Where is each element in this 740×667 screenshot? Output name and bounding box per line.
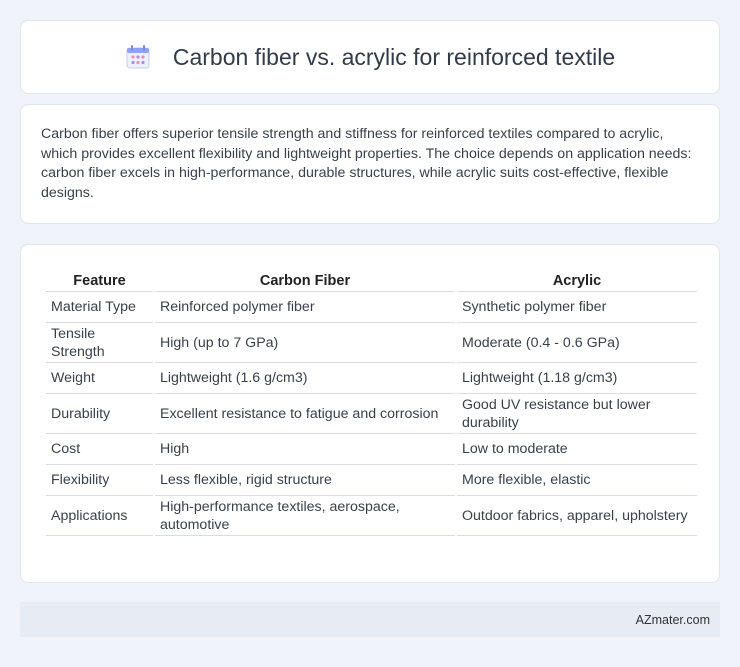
row-acrylic-value: Good UV resistance but lower durability xyxy=(457,394,697,434)
row-carbon-value: Less flexible, rigid structure xyxy=(155,465,455,496)
row-acrylic-value: Outdoor fabrics, apparel, upholstery xyxy=(457,496,697,536)
table-row: Flexibility Less flexible, rigid structu… xyxy=(46,465,697,496)
footer-brand: AZmater.com xyxy=(635,612,710,627)
table-row: Tensile Strength High (up to 7 GPa) Mode… xyxy=(46,323,697,363)
row-carbon-value: Reinforced polymer fiber xyxy=(155,292,455,323)
table-row: Durability Excellent resistance to fatig… xyxy=(46,394,697,434)
header-feature: Feature xyxy=(46,265,153,292)
summary-card: Carbon fiber offers superior tensile str… xyxy=(20,104,720,224)
row-feature: Material Type xyxy=(46,292,153,323)
row-acrylic-value: Lightweight (1.18 g/cm3) xyxy=(457,363,697,394)
row-feature: Durability xyxy=(46,394,153,434)
page-title: Carbon fiber vs. acrylic for reinforced … xyxy=(172,43,616,70)
row-acrylic-value: More flexible, elastic xyxy=(457,465,697,496)
row-carbon-value: High (up to 7 GPa) xyxy=(155,323,455,363)
header-acrylic: Acrylic xyxy=(457,265,697,292)
table-header-row: Feature Carbon Fiber Acrylic xyxy=(46,265,697,292)
row-carbon-value: High-performance textiles, aerospace, au… xyxy=(155,496,455,536)
row-feature: Tensile Strength xyxy=(46,323,153,363)
header-carbon-fiber: Carbon Fiber xyxy=(155,265,455,292)
row-carbon-value: Excellent resistance to fatigue and corr… xyxy=(155,394,455,434)
row-carbon-value: High xyxy=(155,434,455,465)
row-acrylic-value: Synthetic polymer fiber xyxy=(457,292,697,323)
title-card: Carbon fiber vs. acrylic for reinforced … xyxy=(20,20,720,94)
footer: AZmater.com xyxy=(20,602,720,637)
table-row: Cost High Low to moderate xyxy=(46,434,697,465)
table-row: Material Type Reinforced polymer fiber S… xyxy=(46,292,697,323)
row-carbon-value: Lightweight (1.6 g/cm3) xyxy=(155,363,455,394)
row-feature: Flexibility xyxy=(46,465,153,496)
row-feature: Cost xyxy=(46,434,153,465)
table-row: Applications High-performance textiles, … xyxy=(46,496,697,536)
table-row: Weight Lightweight (1.6 g/cm3) Lightweig… xyxy=(46,363,697,394)
comparison-table-card: Feature Carbon Fiber Acrylic Material Ty… xyxy=(20,244,720,583)
summary-text: Carbon fiber offers superior tensile str… xyxy=(41,126,692,201)
row-feature: Weight xyxy=(46,363,153,394)
row-acrylic-value: Moderate (0.4 - 0.6 GPa) xyxy=(457,323,697,363)
row-acrylic-value: Low to moderate xyxy=(457,434,697,465)
comparison-table: Feature Carbon Fiber Acrylic Material Ty… xyxy=(44,265,699,536)
calendar-icon xyxy=(125,44,151,70)
row-feature: Applications xyxy=(46,496,153,536)
